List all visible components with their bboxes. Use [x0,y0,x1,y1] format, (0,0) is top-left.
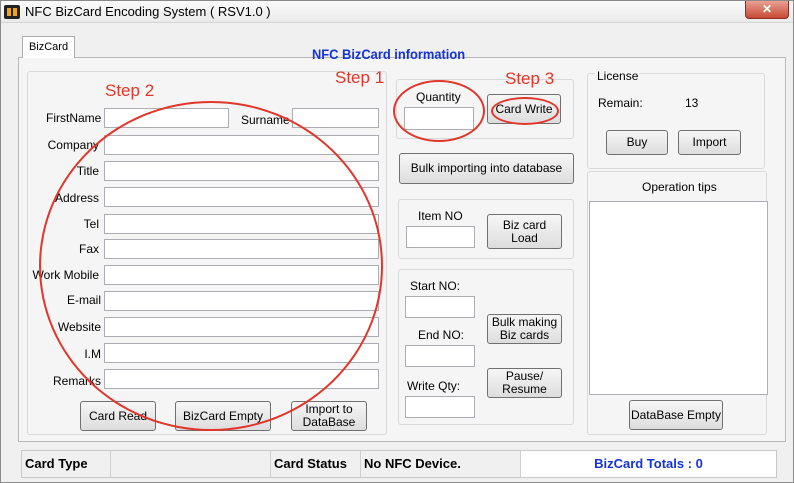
remain-value: 13 [685,96,699,110]
im-label: I.M [84,347,101,361]
tab-bizcard[interactable]: BizCard [22,36,75,58]
card-read-button[interactable]: Card Read [80,401,156,431]
im-field[interactable] [104,343,379,363]
status-bar: Card Type Card Status No NFC Device. Biz… [21,450,777,478]
quantity-field[interactable] [404,107,474,130]
surname-label: Surname [241,113,290,127]
card-status-label: Card Status [271,451,361,477]
card-status-value: No NFC Device. [361,451,521,477]
fax-field[interactable] [104,239,379,259]
bizcard-totals: BizCard Totals : 0 [521,451,776,477]
start-no-field[interactable] [405,296,475,318]
surname-field[interactable] [292,108,379,128]
firstname-label: FirstName [46,111,102,125]
main-window: NFC BizCard Encoding System ( RSV1.0 ) ✕… [0,0,794,483]
bulk-import-button[interactable]: Bulk importing into database [399,153,574,184]
operation-tips-title: Operation tips [642,180,717,194]
write-qty-label: Write Qty: [407,379,461,393]
step1-annotation: Step 1 [335,68,385,87]
tel-label: Tel [83,217,99,231]
firstname-field[interactable] [104,108,229,128]
website-field[interactable] [104,317,379,337]
item-no-field[interactable] [406,226,475,248]
close-button[interactable]: ✕ [745,1,789,19]
fax-label: Fax [78,242,99,256]
email-label: E-mail [66,293,101,307]
item-no-label: Item NO [418,209,463,223]
page-heading: NFC BizCard information [312,46,466,62]
step3-annotation: Step 3 [505,69,555,88]
title-field[interactable] [104,161,379,181]
tel-field[interactable] [104,214,379,234]
end-no-label: End NO: [418,328,465,342]
pause-resume-button[interactable]: Pause/ Resume [487,368,562,398]
end-no-field[interactable] [405,345,475,367]
app-icon [4,5,20,19]
title-bar: NFC BizCard Encoding System ( RSV1.0 ) ✕ [1,1,793,23]
import-to-database-button[interactable]: Import to DataBase [291,401,367,431]
biz-card-load-button[interactable]: Biz card Load [487,214,562,249]
title-label: Title [76,164,99,178]
license-import-button[interactable]: Import [678,130,741,155]
remarks-field[interactable] [104,369,379,389]
remarks-label: Remarks [52,374,101,388]
start-no-label: Start NO: [410,279,461,293]
license-title: License [595,69,641,83]
buy-button[interactable]: Buy [606,130,668,155]
website-label: Website [57,320,101,334]
remain-label: Remain: [598,96,643,110]
email-field[interactable] [104,291,379,311]
address-label: Address [54,191,99,205]
bizcard-empty-button[interactable]: BizCard Empty [175,401,271,431]
card-type-value [111,451,271,477]
bulk-making-button[interactable]: Bulk making Biz cards [487,314,562,344]
card-type-label: Card Type [22,451,111,477]
window-title: NFC BizCard Encoding System ( RSV1.0 ) [25,4,271,19]
write-qty-field[interactable] [405,396,475,418]
work-mobile-field[interactable] [104,265,379,285]
card-write-button[interactable]: Card Write [487,94,561,124]
work-mobile-label: Work Mobile [32,268,99,282]
step2-annotation: Step 2 [105,81,155,100]
company-label: Company [47,138,99,152]
quantity-label: Quantity [416,90,461,104]
database-empty-button[interactable]: DataBase Empty [629,400,723,430]
address-field[interactable] [104,187,379,207]
company-field[interactable] [104,135,379,155]
operation-tips-box [589,201,768,395]
